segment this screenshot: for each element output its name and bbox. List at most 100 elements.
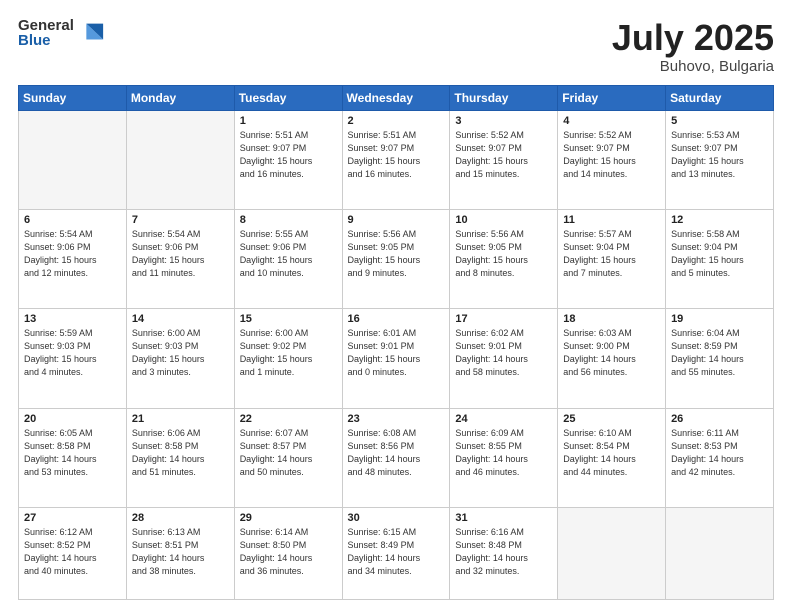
day-info: Sunrise: 6:14 AM Sunset: 8:50 PM Dayligh… xyxy=(240,526,337,578)
day-info: Sunrise: 5:52 AM Sunset: 9:07 PM Dayligh… xyxy=(563,129,660,181)
day-number: 5 xyxy=(671,115,768,127)
table-row: 2 Sunrise: 5:51 AM Sunset: 9:07 PM Daylig… xyxy=(342,110,450,209)
day-number: 19 xyxy=(671,313,768,325)
table-row: 30Sunrise: 6:15 AM Sunset: 8:49 PM Dayli… xyxy=(342,507,450,599)
day-info: Sunrise: 5:51 AM Sunset: 9:07 PM Dayligh… xyxy=(348,129,445,181)
page: General Blue July 2025 Buhovo, Bulgaria … xyxy=(0,0,792,612)
table-row: 4 Sunrise: 5:52 AM Sunset: 9:07 PM Daylig… xyxy=(558,110,666,209)
day-number: 31 xyxy=(455,512,552,524)
col-thursday: Thursday xyxy=(450,85,558,110)
table-row: 13Sunrise: 5:59 AM Sunset: 9:03 PM Dayli… xyxy=(19,309,127,408)
table-row: 18 Sunrise: 6:03 AM Sunset: 9:00 PM Dayli… xyxy=(558,309,666,408)
day-info: Sunrise: 5:58 AM Sunset: 9:04 PM Dayligh… xyxy=(671,228,768,280)
table-row: 15Sunrise: 6:00 AM Sunset: 9:02 PM Dayli… xyxy=(234,309,342,408)
logo-icon xyxy=(77,19,105,47)
day-info: Sunrise: 6:12 AM Sunset: 8:52 PM Dayligh… xyxy=(24,526,121,578)
day-info: Sunrise: 5:55 AM Sunset: 9:06 PM Dayligh… xyxy=(240,228,337,280)
day-number: 4 xyxy=(563,115,660,127)
table-row: 12 Sunrise: 5:58 AM Sunset: 9:04 PM Dayli… xyxy=(666,209,774,308)
table-row: 22 Sunrise: 6:07 AM Sunset: 8:57 PM Dayli… xyxy=(234,408,342,507)
day-number: 26 xyxy=(671,413,768,425)
title-block: July 2025 Buhovo, Bulgaria xyxy=(612,18,774,75)
calendar: Sunday Monday Tuesday Wednesday Thursday… xyxy=(18,85,774,600)
day-number: 6 xyxy=(24,214,121,226)
col-monday: Monday xyxy=(126,85,234,110)
day-info: Sunrise: 5:56 AM Sunset: 9:05 PM Dayligh… xyxy=(348,228,445,280)
day-info: Sunrise: 6:05 AM Sunset: 8:58 PM Dayligh… xyxy=(24,427,121,479)
day-number: 25 xyxy=(563,413,660,425)
day-info: Sunrise: 6:00 AM Sunset: 9:03 PM Dayligh… xyxy=(132,327,229,379)
day-info: Sunrise: 5:53 AM Sunset: 9:07 PM Dayligh… xyxy=(671,129,768,181)
day-number: 7 xyxy=(132,214,229,226)
table-row: 14 Sunrise: 6:00 AM Sunset: 9:03 PM Dayli… xyxy=(126,309,234,408)
day-number: 22 xyxy=(240,413,337,425)
table-row: 29Sunrise: 6:14 AM Sunset: 8:50 PM Dayli… xyxy=(234,507,342,599)
table-row: 25 Sunrise: 6:10 AM Sunset: 8:54 PM Dayli… xyxy=(558,408,666,507)
day-info: Sunrise: 6:07 AM Sunset: 8:57 PM Dayligh… xyxy=(240,427,337,479)
table-row: 8 Sunrise: 5:55 AM Sunset: 9:06 PM Daylig… xyxy=(234,209,342,308)
table-row: 11Sunrise: 5:57 AM Sunset: 9:04 PM Dayli… xyxy=(558,209,666,308)
day-info: Sunrise: 5:51 AM Sunset: 9:07 PM Dayligh… xyxy=(240,129,337,181)
table-row: 9 Sunrise: 5:56 AM Sunset: 9:05 PM Daylig… xyxy=(342,209,450,308)
day-number: 9 xyxy=(348,214,445,226)
table-row: 26 Sunrise: 6:11 AM Sunset: 8:53 PM Dayli… xyxy=(666,408,774,507)
month-title: July 2025 xyxy=(612,18,774,58)
col-saturday: Saturday xyxy=(666,85,774,110)
day-number: 17 xyxy=(455,313,552,325)
table-row: 24 Sunrise: 6:09 AM Sunset: 8:55 PM Dayli… xyxy=(450,408,558,507)
table-row: 27 Sunrise: 6:12 AM Sunset: 8:52 PM Dayli… xyxy=(19,507,127,599)
day-number: 2 xyxy=(348,115,445,127)
table-row: 1 Sunrise: 5:51 AM Sunset: 9:07 PM Daylig… xyxy=(234,110,342,209)
table-row: 21Sunrise: 6:06 AM Sunset: 8:58 PM Dayli… xyxy=(126,408,234,507)
day-info: Sunrise: 6:00 AM Sunset: 9:02 PM Dayligh… xyxy=(240,327,337,379)
day-info: Sunrise: 6:11 AM Sunset: 8:53 PM Dayligh… xyxy=(671,427,768,479)
day-info: Sunrise: 5:54 AM Sunset: 9:06 PM Dayligh… xyxy=(132,228,229,280)
day-info: Sunrise: 6:16 AM Sunset: 8:48 PM Dayligh… xyxy=(455,526,552,578)
table-row: 16 Sunrise: 6:01 AM Sunset: 9:01 PM Dayli… xyxy=(342,309,450,408)
day-number: 23 xyxy=(348,413,445,425)
day-info: Sunrise: 5:59 AM Sunset: 9:03 PM Dayligh… xyxy=(24,327,121,379)
table-row: 5 Sunrise: 5:53 AM Sunset: 9:07 PM Daylig… xyxy=(666,110,774,209)
day-number: 27 xyxy=(24,512,121,524)
day-number: 11 xyxy=(563,214,660,226)
logo-text: General Blue xyxy=(18,18,74,48)
table-row xyxy=(666,507,774,599)
table-row: 10Sunrise: 5:56 AM Sunset: 9:05 PM Dayli… xyxy=(450,209,558,308)
day-info: Sunrise: 5:54 AM Sunset: 9:06 PM Dayligh… xyxy=(24,228,121,280)
day-info: Sunrise: 6:13 AM Sunset: 8:51 PM Dayligh… xyxy=(132,526,229,578)
day-number: 28 xyxy=(132,512,229,524)
table-row: 3Sunrise: 5:52 AM Sunset: 9:07 PM Daylig… xyxy=(450,110,558,209)
day-info: Sunrise: 6:10 AM Sunset: 8:54 PM Dayligh… xyxy=(563,427,660,479)
header: General Blue July 2025 Buhovo, Bulgaria xyxy=(18,18,774,75)
table-row: 6 Sunrise: 5:54 AM Sunset: 9:06 PM Daylig… xyxy=(19,209,127,308)
day-number: 8 xyxy=(240,214,337,226)
day-info: Sunrise: 6:09 AM Sunset: 8:55 PM Dayligh… xyxy=(455,427,552,479)
table-row: 23 Sunrise: 6:08 AM Sunset: 8:56 PM Dayli… xyxy=(342,408,450,507)
day-number: 14 xyxy=(132,313,229,325)
table-row xyxy=(19,110,127,209)
location: Buhovo, Bulgaria xyxy=(612,58,774,75)
day-number: 1 xyxy=(240,115,337,127)
day-number: 24 xyxy=(455,413,552,425)
table-row xyxy=(126,110,234,209)
calendar-header-row: Sunday Monday Tuesday Wednesday Thursday… xyxy=(19,85,774,110)
day-number: 12 xyxy=(671,214,768,226)
table-row: 17 Sunrise: 6:02 AM Sunset: 9:01 PM Dayli… xyxy=(450,309,558,408)
day-info: Sunrise: 5:52 AM Sunset: 9:07 PM Dayligh… xyxy=(455,129,552,181)
table-row: 19Sunrise: 6:04 AM Sunset: 8:59 PM Dayli… xyxy=(666,309,774,408)
col-friday: Friday xyxy=(558,85,666,110)
table-row: 28 Sunrise: 6:13 AM Sunset: 8:51 PM Dayli… xyxy=(126,507,234,599)
day-info: Sunrise: 6:02 AM Sunset: 9:01 PM Dayligh… xyxy=(455,327,552,379)
day-info: Sunrise: 6:03 AM Sunset: 9:00 PM Dayligh… xyxy=(563,327,660,379)
logo-general: General xyxy=(18,18,74,33)
day-info: Sunrise: 6:06 AM Sunset: 8:58 PM Dayligh… xyxy=(132,427,229,479)
day-info: Sunrise: 6:08 AM Sunset: 8:56 PM Dayligh… xyxy=(348,427,445,479)
day-info: Sunrise: 6:01 AM Sunset: 9:01 PM Dayligh… xyxy=(348,327,445,379)
day-number: 10 xyxy=(455,214,552,226)
day-number: 18 xyxy=(563,313,660,325)
table-row: 7 Sunrise: 5:54 AM Sunset: 9:06 PM Daylig… xyxy=(126,209,234,308)
logo-blue: Blue xyxy=(18,33,74,48)
day-number: 16 xyxy=(348,313,445,325)
day-number: 30 xyxy=(348,512,445,524)
logo: General Blue xyxy=(18,18,105,48)
